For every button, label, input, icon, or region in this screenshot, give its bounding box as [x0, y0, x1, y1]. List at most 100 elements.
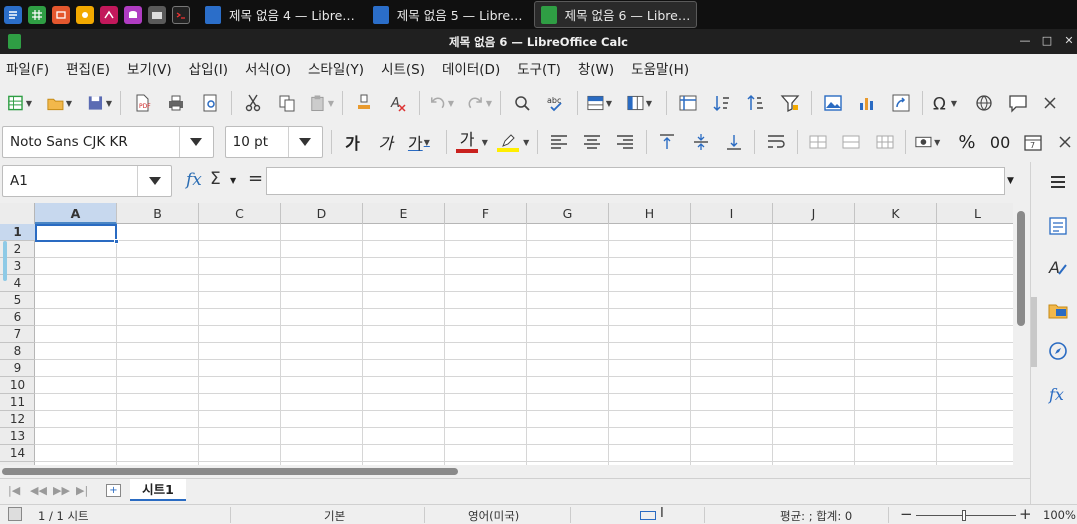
align-center-button[interactable] — [579, 129, 604, 155]
hyperlink-button[interactable] — [971, 90, 997, 116]
date-format-button[interactable]: 7 — [1021, 129, 1046, 155]
spelling-button[interactable]: abc — [543, 90, 569, 116]
spreadsheet-grid[interactable]: A B C D E F G H I J K L 1 2 3 4 5 6 7 8 … — [0, 203, 1013, 465]
unmerge-cells-button[interactable] — [872, 129, 897, 155]
first-sheet-button[interactable]: |◀ — [8, 484, 20, 497]
row-button[interactable]: ▼ — [586, 90, 612, 116]
draw-launcher-icon[interactable] — [76, 5, 94, 24]
row-header-13[interactable]: 13 — [0, 428, 35, 445]
zoom-slider[interactable] — [916, 515, 1016, 516]
row-header-10[interactable]: 10 — [0, 377, 35, 394]
impress-launcher-icon[interactable] — [52, 5, 70, 24]
sheet-tab-1[interactable]: 시트1 — [130, 479, 186, 501]
special-character-button[interactable]: Ω ▼ — [931, 90, 957, 116]
font-size-dropdown[interactable] — [287, 127, 322, 157]
taskbar-window-4[interactable]: 제목 없음 4 — Libre… — [198, 1, 362, 28]
close-button[interactable]: ✕ — [1061, 33, 1077, 49]
previous-sheet-button[interactable]: ◀◀ — [30, 484, 47, 497]
currency-format-button[interactable]: ▼ — [914, 129, 940, 155]
highlight-color-button[interactable] — [496, 129, 521, 155]
column-header-l[interactable]: L — [937, 203, 1013, 224]
print-button[interactable] — [163, 90, 189, 116]
sum-dropdown[interactable]: ▼ — [230, 176, 236, 185]
menu-window[interactable]: 창(W) — [578, 58, 614, 78]
base-launcher-icon[interactable] — [124, 5, 142, 24]
calc-launcher-icon[interactable] — [28, 5, 46, 24]
number-format-button[interactable]: 00 — [987, 129, 1012, 155]
row-header-8[interactable]: 8 — [0, 343, 35, 360]
sidebar-properties-button[interactable] — [1046, 214, 1070, 238]
redo-button[interactable]: ▼ — [466, 90, 492, 116]
menu-file[interactable]: 파일(F) — [6, 58, 49, 78]
merge-center-button[interactable] — [806, 129, 831, 155]
zoom-in-button[interactable]: + — [1019, 505, 1032, 523]
font-color-button[interactable]: 가 — [454, 129, 479, 155]
underline-button[interactable]: 가 ▼ — [406, 129, 431, 155]
italic-button[interactable]: 가 — [373, 129, 398, 155]
insert-chart-button[interactable] — [854, 90, 880, 116]
clone-formatting-button[interactable] — [351, 90, 377, 116]
sort-descending-button[interactable] — [743, 90, 769, 116]
sum-icon[interactable]: Σ — [210, 169, 221, 189]
row-header-7[interactable]: 7 — [0, 326, 35, 343]
toolbar-overflow-button[interactable] — [1037, 90, 1063, 116]
sidebar-collapse-handle[interactable] — [1031, 297, 1037, 367]
open-button[interactable]: ▼ — [46, 90, 72, 116]
print-preview-button[interactable] — [197, 90, 223, 116]
zoom-slider-thumb[interactable] — [962, 510, 966, 521]
math-launcher-icon[interactable] — [100, 5, 118, 24]
cell-area[interactable] — [35, 224, 1013, 465]
zoom-out-button[interactable]: − — [900, 505, 913, 523]
find-replace-button[interactable] — [509, 90, 535, 116]
cut-button[interactable] — [240, 90, 266, 116]
center-vertically-button[interactable] — [688, 129, 713, 155]
row-header-11[interactable]: 11 — [0, 394, 35, 411]
selection-mode-icon[interactable] — [640, 511, 656, 520]
last-sheet-button[interactable]: ▶| — [76, 484, 88, 497]
wrap-text-button[interactable] — [763, 129, 788, 155]
column-header-e[interactable]: E — [363, 203, 445, 224]
taskbar-window-5[interactable]: 제목 없음 5 — Libre… — [366, 1, 530, 28]
menu-tools[interactable]: 도구(T) — [517, 58, 561, 78]
taskbar-window-6[interactable]: 제목 없음 6 — Libre… — [533, 1, 698, 28]
page-style[interactable]: 기본 — [324, 508, 345, 524]
screenshot-launcher-icon[interactable] — [148, 5, 166, 24]
sidebar-menu-button[interactable] — [1046, 170, 1070, 194]
horizontal-scroll-thumb[interactable] — [2, 468, 458, 475]
insert-image-button[interactable] — [820, 90, 846, 116]
language-status[interactable]: 영어(미국) — [468, 508, 519, 524]
merge-cells-button[interactable] — [839, 129, 864, 155]
autofill-handle[interactable] — [114, 239, 119, 244]
menu-data[interactable]: 데이터(D) — [442, 58, 500, 78]
column-header-h[interactable]: H — [609, 203, 691, 224]
column-button[interactable]: ▼ — [626, 90, 652, 116]
menu-format[interactable]: 서식(O) — [245, 58, 291, 78]
terminal-launcher-icon[interactable] — [172, 5, 190, 24]
formula-icon[interactable]: = — [248, 168, 263, 189]
align-bottom-button[interactable] — [721, 129, 746, 155]
percent-format-button[interactable]: % — [954, 129, 979, 155]
formatting-overflow-button[interactable] — [1052, 129, 1077, 155]
export-pdf-button[interactable]: PDF — [129, 90, 155, 116]
maximize-button[interactable]: □ — [1039, 33, 1055, 49]
column-header-d[interactable]: D — [281, 203, 363, 224]
comment-button[interactable] — [1005, 90, 1031, 116]
autofilter-button[interactable] — [777, 90, 803, 116]
menu-insert[interactable]: 삽입(I) — [189, 58, 228, 78]
row-header-12[interactable]: 12 — [0, 411, 35, 428]
paste-button[interactable]: ▼ — [308, 90, 334, 116]
formula-input[interactable] — [266, 167, 1005, 195]
menu-view[interactable]: 보기(V) — [127, 58, 172, 78]
sidebar-gallery-button[interactable] — [1046, 298, 1070, 322]
font-name-combobox[interactable]: Noto Sans CJK KR — [2, 126, 214, 158]
expand-formula-bar-button[interactable]: ▼ — [1007, 176, 1014, 186]
horizontal-scrollbar[interactable] — [0, 465, 1013, 477]
bold-button[interactable]: 가 — [340, 129, 365, 155]
writer-launcher-icon[interactable] — [4, 5, 22, 24]
align-top-button[interactable] — [655, 129, 680, 155]
menu-styles[interactable]: 스타일(Y) — [308, 58, 364, 78]
function-wizard-icon[interactable]: fx — [186, 170, 202, 190]
pivot-table-button[interactable] — [888, 90, 914, 116]
name-box[interactable]: A1 — [2, 165, 172, 197]
column-header-c[interactable]: C — [199, 203, 281, 224]
